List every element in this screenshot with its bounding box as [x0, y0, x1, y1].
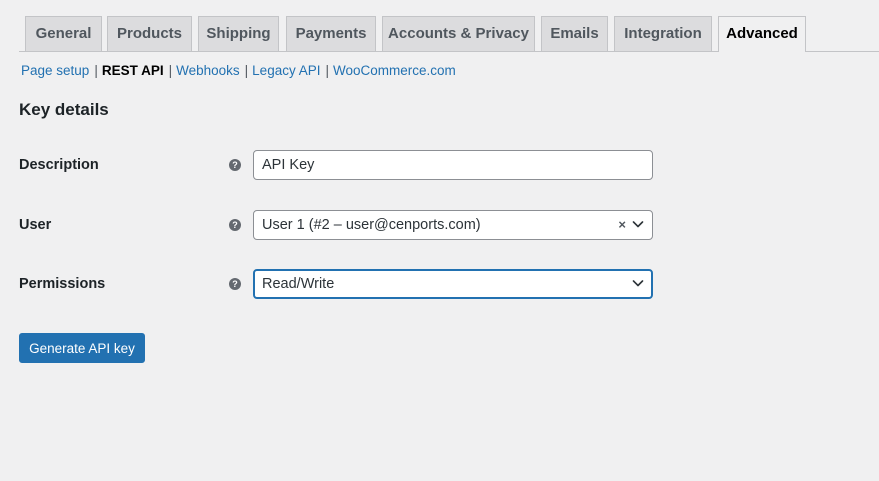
subnav-separator: |: [244, 63, 249, 78]
tab-shipping[interactable]: Shipping: [198, 16, 279, 51]
settings-tabs: General Products Shipping Payments Accou…: [0, 0, 879, 52]
user-label: User: [19, 217, 52, 233]
tab-payments[interactable]: Payments: [286, 16, 376, 51]
permissions-select-value: Read/Write: [262, 276, 335, 292]
description-label: Description: [19, 157, 99, 173]
user-select-value: User 1 (#2 – user@cenports.com): [262, 217, 481, 233]
help-circle-icon[interactable]: ?: [229, 159, 241, 171]
tab-emails[interactable]: Emails: [541, 16, 608, 51]
subnav-separator: |: [94, 63, 98, 78]
tab-products[interactable]: Products: [107, 16, 192, 51]
chevron-down-icon: [632, 221, 644, 228]
help-circle-icon[interactable]: ?: [229, 219, 241, 231]
subnav-separator: |: [325, 63, 329, 78]
generate-api-key-button[interactable]: Generate API key: [19, 333, 145, 363]
description-input[interactable]: [253, 150, 653, 180]
section-title: Key details: [19, 100, 109, 119]
subnav-rest-api: REST API: [101, 63, 164, 78]
tab-advanced[interactable]: Advanced: [718, 16, 806, 52]
clear-x-icon[interactable]: ×: [618, 211, 626, 239]
subnav-legacy-api[interactable]: Legacy API: [252, 63, 320, 78]
tab-integration[interactable]: Integration: [614, 16, 712, 51]
subnav-separator: |: [168, 63, 173, 78]
tab-accounts-privacy[interactable]: Accounts & Privacy: [382, 16, 535, 51]
chevron-down-icon: [632, 280, 644, 287]
help-circle-icon[interactable]: ?: [229, 278, 241, 290]
subnav-webhooks[interactable]: Webhooks: [176, 63, 240, 78]
tab-general[interactable]: General: [25, 16, 102, 51]
permissions-label: Permissions: [19, 276, 106, 292]
subsection-nav: Page setup | REST API | Webhooks | Legacy API |…: [21, 62, 456, 80]
permissions-select[interactable]: Read/Write: [253, 269, 653, 299]
subnav-woocommerce-com[interactable]: WooCommerce.com: [333, 63, 456, 78]
subnav-page-setup[interactable]: Page setup: [21, 63, 89, 78]
user-select[interactable]: User 1 (#2 – user@cenports.com) ×: [253, 210, 653, 240]
